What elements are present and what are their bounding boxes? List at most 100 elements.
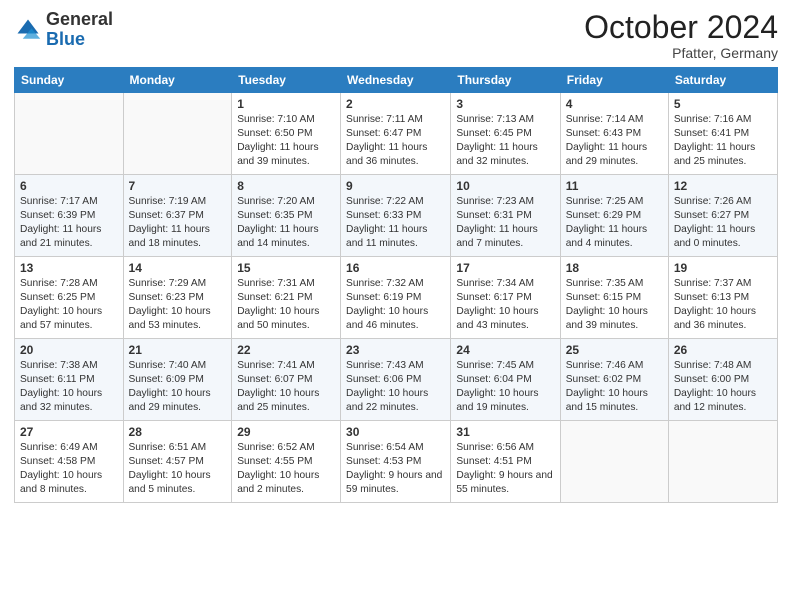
day-info: Sunset: 6:13 PM <box>674 291 772 305</box>
calendar-cell: 17Sunrise: 7:34 AMSunset: 6:17 PMDayligh… <box>451 257 560 339</box>
calendar-cell: 18Sunrise: 7:35 AMSunset: 6:15 PMDayligh… <box>560 257 668 339</box>
day-number: 5 <box>674 96 772 112</box>
day-info: Sunrise: 7:19 AM <box>129 195 227 209</box>
day-number: 4 <box>566 96 663 112</box>
day-info: Daylight: 11 hours and 14 minutes. <box>237 223 335 251</box>
day-info: Daylight: 10 hours and 8 minutes. <box>20 469 118 497</box>
day-number: 26 <box>674 342 772 358</box>
day-number: 28 <box>129 424 227 440</box>
calendar-cell: 1Sunrise: 7:10 AMSunset: 6:50 PMDaylight… <box>232 93 341 175</box>
day-number: 24 <box>456 342 554 358</box>
day-info: Daylight: 10 hours and 15 minutes. <box>566 387 663 415</box>
day-number: 17 <box>456 260 554 276</box>
day-info: Sunset: 6:41 PM <box>674 127 772 141</box>
day-info: Sunset: 6:17 PM <box>456 291 554 305</box>
logo: General Blue <box>14 10 113 50</box>
day-info: Sunset: 6:19 PM <box>346 291 445 305</box>
day-info: Sunset: 6:07 PM <box>237 373 335 387</box>
day-number: 31 <box>456 424 554 440</box>
day-info: Sunrise: 7:20 AM <box>237 195 335 209</box>
day-info: Daylight: 10 hours and 32 minutes. <box>20 387 118 415</box>
day-info: Sunset: 6:11 PM <box>20 373 118 387</box>
col-monday: Monday <box>123 68 232 93</box>
day-info: Daylight: 11 hours and 4 minutes. <box>566 223 663 251</box>
title-block: October 2024 Pfatter, Germany <box>584 10 778 61</box>
day-info: Daylight: 11 hours and 18 minutes. <box>129 223 227 251</box>
day-info: Daylight: 10 hours and 53 minutes. <box>129 305 227 333</box>
day-number: 21 <box>129 342 227 358</box>
calendar-cell: 13Sunrise: 7:28 AMSunset: 6:25 PMDayligh… <box>15 257 124 339</box>
day-number: 6 <box>20 178 118 194</box>
day-info: Sunset: 6:09 PM <box>129 373 227 387</box>
day-info: Sunset: 6:37 PM <box>129 209 227 223</box>
page-container: General Blue October 2024 Pfatter, Germa… <box>0 0 792 511</box>
day-info: Daylight: 10 hours and 12 minutes. <box>674 387 772 415</box>
calendar-cell: 10Sunrise: 7:23 AMSunset: 6:31 PMDayligh… <box>451 175 560 257</box>
day-info: Daylight: 11 hours and 25 minutes. <box>674 141 772 169</box>
day-info: Sunrise: 7:40 AM <box>129 359 227 373</box>
day-info: Daylight: 11 hours and 21 minutes. <box>20 223 118 251</box>
calendar-cell: 16Sunrise: 7:32 AMSunset: 6:19 PMDayligh… <box>341 257 451 339</box>
day-info: Sunset: 6:21 PM <box>237 291 335 305</box>
calendar-cell: 28Sunrise: 6:51 AMSunset: 4:57 PMDayligh… <box>123 421 232 503</box>
calendar-cell <box>123 93 232 175</box>
day-info: Sunrise: 7:29 AM <box>129 277 227 291</box>
day-number: 3 <box>456 96 554 112</box>
day-info: Daylight: 11 hours and 7 minutes. <box>456 223 554 251</box>
calendar-cell: 31Sunrise: 6:56 AMSunset: 4:51 PMDayligh… <box>451 421 560 503</box>
day-number: 7 <box>129 178 227 194</box>
day-info: Sunrise: 7:32 AM <box>346 277 445 291</box>
day-info: Sunset: 6:50 PM <box>237 127 335 141</box>
day-number: 14 <box>129 260 227 276</box>
calendar-cell: 24Sunrise: 7:45 AMSunset: 6:04 PMDayligh… <box>451 339 560 421</box>
day-info: Daylight: 9 hours and 55 minutes. <box>456 469 554 497</box>
day-info: Sunrise: 7:31 AM <box>237 277 335 291</box>
calendar-cell: 15Sunrise: 7:31 AMSunset: 6:21 PMDayligh… <box>232 257 341 339</box>
day-info: Sunset: 4:51 PM <box>456 455 554 469</box>
day-info: Sunrise: 7:46 AM <box>566 359 663 373</box>
day-info: Sunrise: 6:54 AM <box>346 441 445 455</box>
day-number: 20 <box>20 342 118 358</box>
day-info: Daylight: 10 hours and 43 minutes. <box>456 305 554 333</box>
day-number: 30 <box>346 424 445 440</box>
day-info: Sunset: 6:27 PM <box>674 209 772 223</box>
day-info: Sunrise: 7:37 AM <box>674 277 772 291</box>
day-number: 25 <box>566 342 663 358</box>
calendar-week-row: 6Sunrise: 7:17 AMSunset: 6:39 PMDaylight… <box>15 175 778 257</box>
day-info: Daylight: 10 hours and 57 minutes. <box>20 305 118 333</box>
day-info: Sunset: 6:35 PM <box>237 209 335 223</box>
day-number: 19 <box>674 260 772 276</box>
calendar-cell: 19Sunrise: 7:37 AMSunset: 6:13 PMDayligh… <box>668 257 777 339</box>
day-info: Sunset: 4:55 PM <box>237 455 335 469</box>
calendar-week-row: 27Sunrise: 6:49 AMSunset: 4:58 PMDayligh… <box>15 421 778 503</box>
calendar-week-row: 13Sunrise: 7:28 AMSunset: 6:25 PMDayligh… <box>15 257 778 339</box>
day-info: Daylight: 11 hours and 39 minutes. <box>237 141 335 169</box>
col-thursday: Thursday <box>451 68 560 93</box>
day-info: Sunset: 6:23 PM <box>129 291 227 305</box>
calendar-cell: 30Sunrise: 6:54 AMSunset: 4:53 PMDayligh… <box>341 421 451 503</box>
col-saturday: Saturday <box>668 68 777 93</box>
calendar-cell: 8Sunrise: 7:20 AMSunset: 6:35 PMDaylight… <box>232 175 341 257</box>
logo-blue: Blue <box>46 29 85 49</box>
day-info: Sunset: 4:53 PM <box>346 455 445 469</box>
day-number: 22 <box>237 342 335 358</box>
day-info: Sunset: 6:15 PM <box>566 291 663 305</box>
calendar-cell: 14Sunrise: 7:29 AMSunset: 6:23 PMDayligh… <box>123 257 232 339</box>
calendar-cell <box>560 421 668 503</box>
day-number: 18 <box>566 260 663 276</box>
day-info: Daylight: 10 hours and 25 minutes. <box>237 387 335 415</box>
day-info: Sunrise: 7:26 AM <box>674 195 772 209</box>
logo-icon <box>14 16 42 44</box>
calendar-cell: 25Sunrise: 7:46 AMSunset: 6:02 PMDayligh… <box>560 339 668 421</box>
day-info: Daylight: 10 hours and 5 minutes. <box>129 469 227 497</box>
day-number: 11 <box>566 178 663 194</box>
calendar-cell: 21Sunrise: 7:40 AMSunset: 6:09 PMDayligh… <box>123 339 232 421</box>
logo-general: General <box>46 9 113 29</box>
col-sunday: Sunday <box>15 68 124 93</box>
day-info: Sunrise: 6:49 AM <box>20 441 118 455</box>
day-number: 15 <box>237 260 335 276</box>
day-info: Sunset: 6:00 PM <box>674 373 772 387</box>
header: General Blue October 2024 Pfatter, Germa… <box>14 10 778 61</box>
day-info: Sunrise: 7:48 AM <box>674 359 772 373</box>
day-info: Sunset: 6:33 PM <box>346 209 445 223</box>
